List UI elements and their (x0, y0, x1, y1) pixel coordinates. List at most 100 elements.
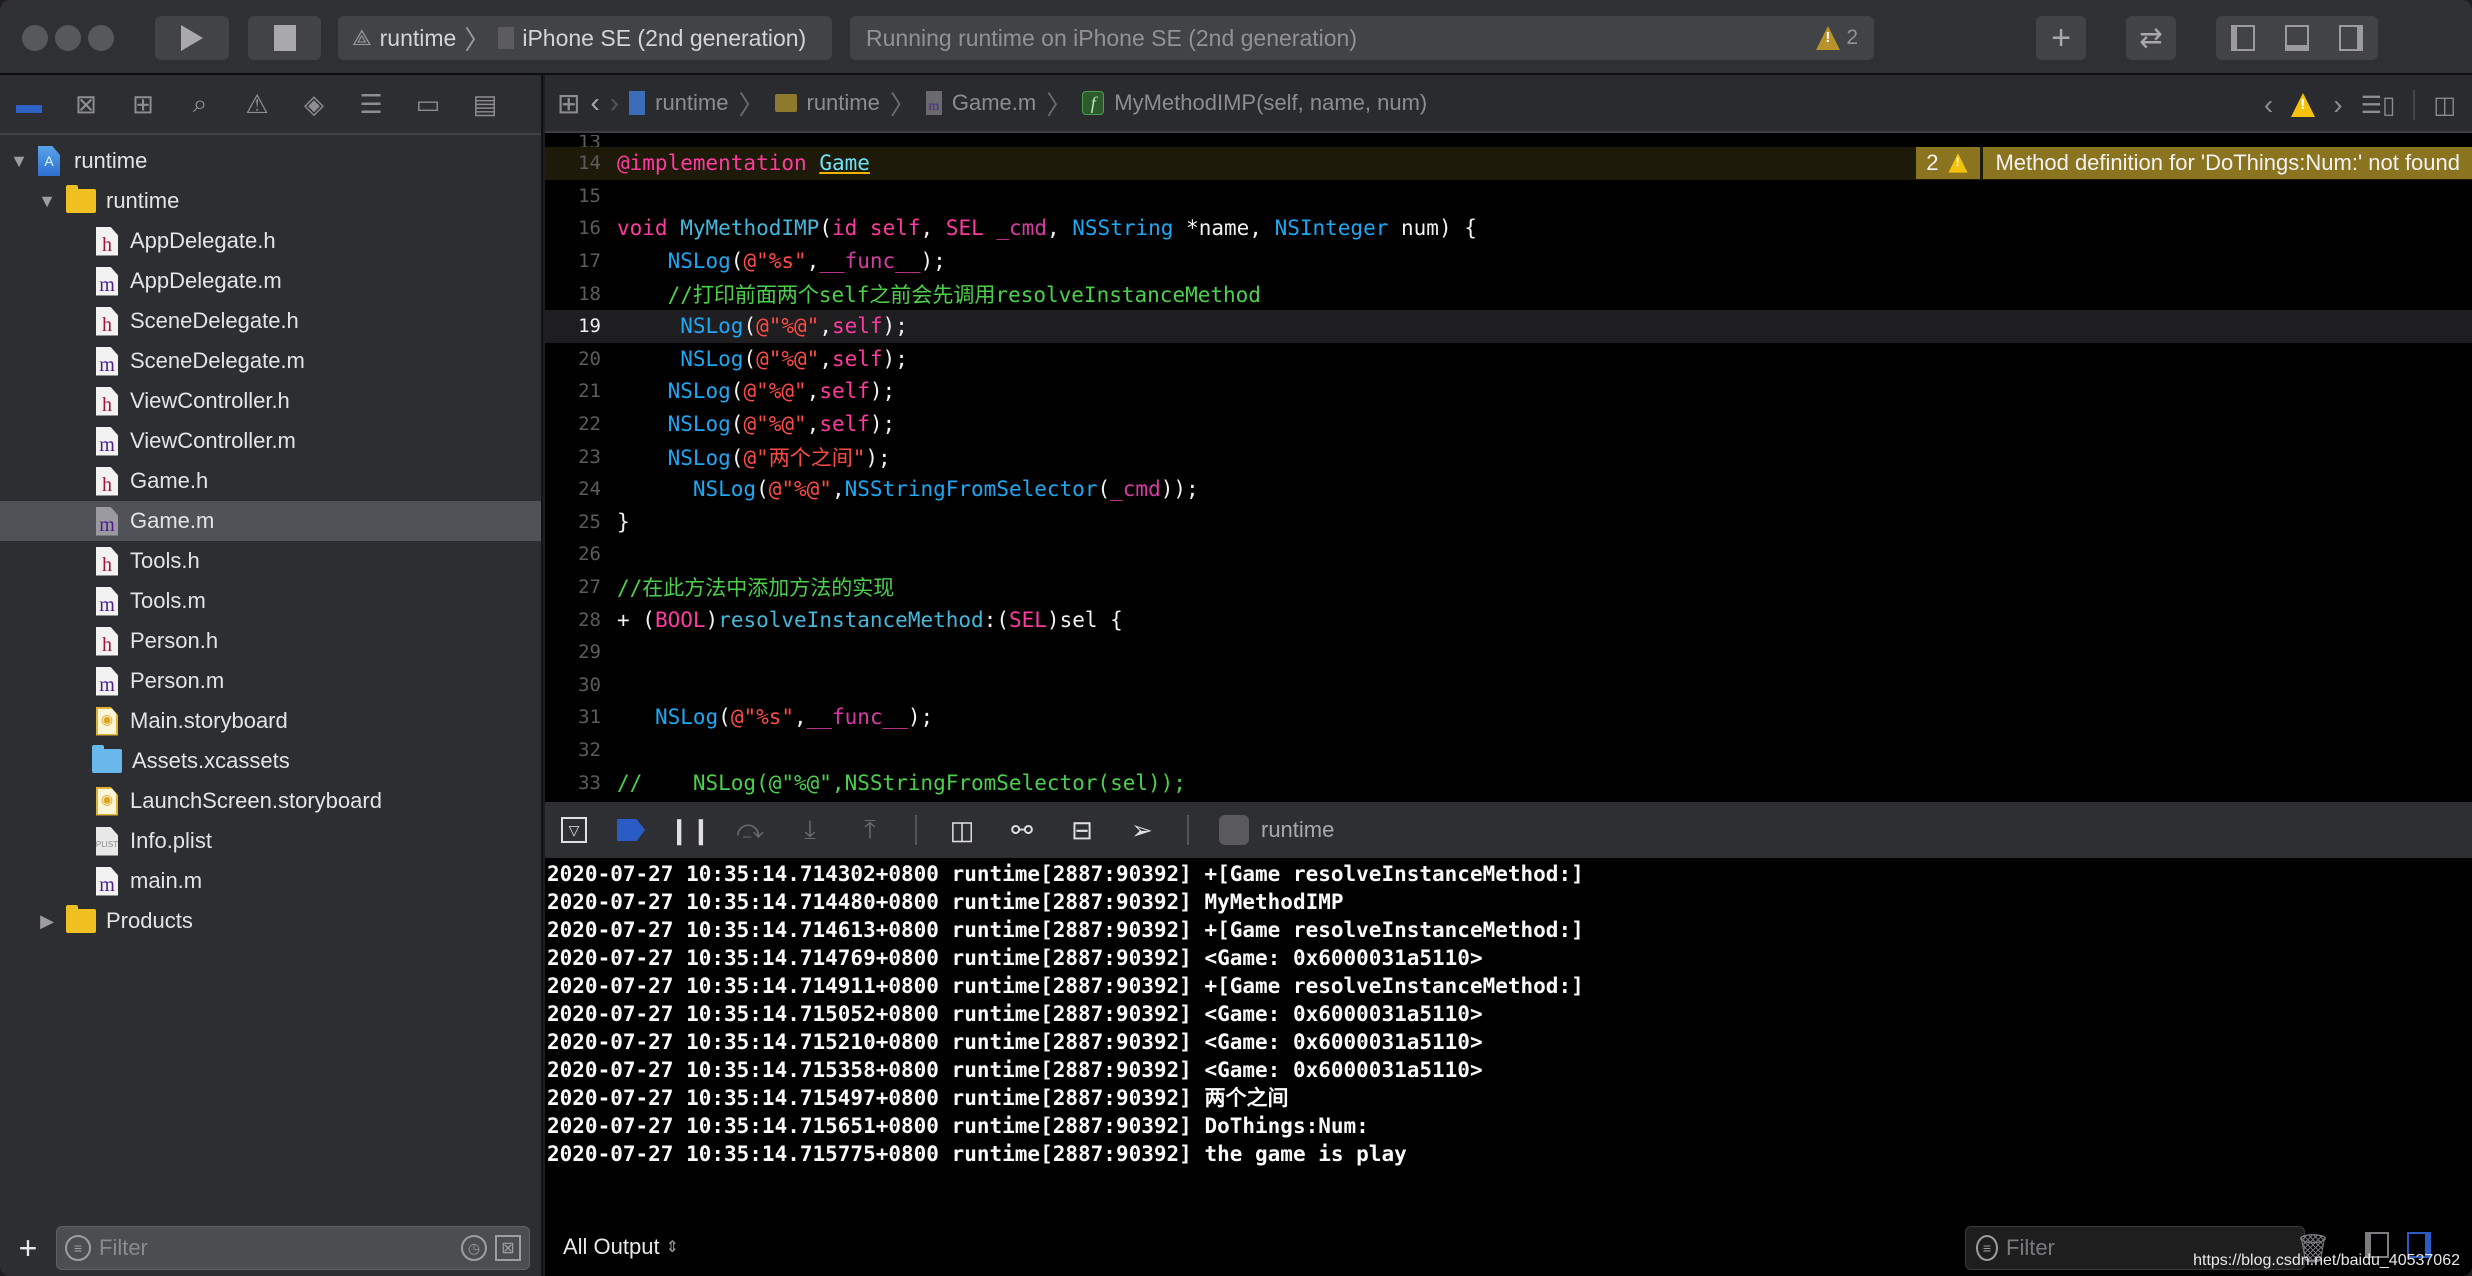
line-number[interactable]: 25 (545, 511, 617, 533)
tree-item[interactable]: m Tools.m (0, 581, 541, 621)
tree-item[interactable]: m Person.m (0, 661, 541, 701)
output-selector[interactable]: All Output ⇕ (563, 1234, 679, 1260)
crumb-file[interactable]: Game.m (952, 90, 1036, 116)
search-icon[interactable]: ⌕ (185, 88, 215, 119)
code-line[interactable]: 30 (545, 669, 2472, 702)
line-number[interactable]: 19 (545, 315, 617, 337)
toggle-debug-area-icon[interactable] (2285, 25, 2309, 51)
line-number[interactable]: 23 (545, 446, 617, 468)
tree-item[interactable]: m main.m (0, 861, 541, 901)
forward-chevron-icon[interactable]: › (610, 87, 619, 119)
warning-icon[interactable]: ⚠ (242, 89, 272, 119)
tree-item[interactable]: Assets.xcassets (0, 741, 541, 781)
line-number[interactable]: 26 (545, 543, 617, 565)
line-number[interactable]: 21 (545, 380, 617, 402)
line-number[interactable]: 27 (545, 576, 617, 598)
code-line[interactable]: 18 //打印前面两个self之前会先调用resolveInstanceMeth… (545, 277, 2472, 310)
step-over-icon[interactable]: ⤼ (735, 814, 765, 845)
tree-item[interactable]: h Game.h (0, 461, 541, 501)
tree-item[interactable]: ▼ Aruntime (0, 141, 541, 181)
report-bubble-icon[interactable]: ▤ (470, 89, 500, 119)
code-line[interactable]: 31 NSLog(@"%s",__func__); (545, 701, 2472, 734)
tree-item[interactable]: h Tools.h (0, 541, 541, 581)
source-control-filter-icon[interactable]: ⊠ (495, 1235, 521, 1261)
disclosure-expanded-icon[interactable]: ▼ (8, 151, 30, 172)
minimize-window-button[interactable] (55, 25, 81, 51)
zoom-window-button[interactable] (88, 25, 114, 51)
memory-graph-icon[interactable]: ⚯ (1007, 815, 1037, 845)
line-number[interactable]: 33 (545, 772, 617, 794)
close-window-button[interactable] (22, 25, 48, 51)
line-number[interactable]: 18 (545, 283, 617, 305)
code-line[interactable]: 20 NSLog(@"%@",self); (545, 343, 2472, 376)
test-diamond-icon[interactable]: ◈ (299, 89, 329, 119)
tree-item[interactable]: ▶ Products (0, 901, 541, 941)
tree-item[interactable]: ▼ runtime (0, 181, 541, 221)
line-number[interactable]: 14 (545, 152, 617, 174)
code-line[interactable]: 23 NSLog(@"两个之间"); (545, 440, 2472, 473)
view-hierarchy-icon[interactable]: ◫ (947, 815, 977, 845)
line-number[interactable]: 16 (545, 217, 617, 239)
clock-icon[interactable]: ◷ (461, 1235, 487, 1261)
tree-item[interactable]: ◉ Main.storyboard (0, 701, 541, 741)
step-into-icon[interactable]: ⤓ (795, 814, 825, 845)
code-line[interactable]: 22 NSLog(@"%@",self); (545, 408, 2472, 441)
code-line[interactable]: 29 (545, 636, 2472, 669)
tree-item[interactable]: h SceneDelegate.h (0, 301, 541, 341)
back-chevron-icon[interactable]: ‹ (590, 87, 599, 119)
code-line[interactable]: 26 (545, 538, 2472, 571)
code-line[interactable]: 21 NSLog(@"%@",self); (545, 375, 2472, 408)
crumb-project[interactable]: runtime (655, 90, 728, 116)
line-number[interactable]: 28 (545, 609, 617, 631)
console-output[interactable]: 2020-07-27 10:35:14.714302+0800 runtime[… (545, 858, 2472, 1218)
next-issue-icon[interactable]: › (2333, 89, 2342, 121)
scheme-selector[interactable]: ⟁ runtime 〉 iPhone SE (2nd generation) (338, 16, 832, 60)
line-number[interactable]: 30 (545, 674, 617, 696)
editor-options-icon[interactable]: ☰▯ (2361, 91, 2396, 120)
code-area[interactable]: 13 14@implementation Game 2 Method definit… (545, 135, 2472, 802)
code-line[interactable]: 33// NSLog(@"%@",NSStringFromSelector(se… (545, 766, 2472, 799)
code-line[interactable]: 24 NSLog(@"%@",NSStringFromSelector(_cmd… (545, 473, 2472, 506)
hierarchy-icon[interactable]: ⊞ (128, 89, 158, 119)
hide-debug-area-icon[interactable]: ▽ (561, 817, 587, 843)
code-line[interactable]: 32 (545, 734, 2472, 767)
pause-icon[interactable]: ❙❙ (668, 815, 712, 845)
line-number[interactable]: 22 (545, 413, 617, 435)
code-line[interactable]: 28 + (BOOL)resolveInstanceMethod:(SEL)sel… (545, 603, 2472, 636)
code-line[interactable]: 27//在此方法中添加方法的实现 (545, 571, 2472, 604)
tree-item[interactable]: h AppDelegate.h (0, 221, 541, 261)
tree-item[interactable]: m SceneDelegate.m (0, 341, 541, 381)
navigator-filter-input[interactable] (99, 1235, 453, 1261)
run-button[interactable] (155, 16, 229, 60)
breakpoints-toggle-icon[interactable] (617, 819, 645, 841)
source-control-icon[interactable]: ⊠ (71, 89, 101, 119)
add-file-button[interactable]: + (0, 1230, 56, 1267)
tree-item[interactable]: ◉ LaunchScreen.storyboard (0, 781, 541, 821)
add-editor-icon[interactable]: ◫ (2433, 91, 2456, 120)
folder-icon[interactable]: ▬ (14, 89, 44, 119)
disclosure-collapsed-icon[interactable]: ▶ (36, 911, 58, 932)
line-number[interactable]: 20 (545, 348, 617, 370)
line-number[interactable]: 15 (545, 185, 617, 207)
tree-item[interactable]: h Person.h (0, 621, 541, 661)
line-number[interactable]: 17 (545, 250, 617, 272)
toggle-navigator-icon[interactable] (2231, 25, 2255, 51)
tree-item[interactable]: m Game.m (0, 501, 541, 541)
simulate-location-icon[interactable]: ➢ (1127, 815, 1157, 845)
code-line[interactable]: 14@implementation Game 2 Method definition… (545, 147, 2472, 180)
environment-overrides-icon[interactable]: ⊟ (1067, 815, 1097, 845)
code-line[interactable]: 25} (545, 506, 2472, 539)
crumb-group[interactable]: runtime (807, 90, 880, 116)
stop-button[interactable] (248, 16, 321, 60)
warning-indicator[interactable]: 2 (1816, 26, 1858, 50)
crumb-symbol[interactable]: MyMethodIMP(self, name, num) (1114, 90, 1427, 116)
code-line[interactable]: 15 (545, 180, 2472, 213)
tree-item[interactable]: m ViewController.m (0, 421, 541, 461)
warning-icon[interactable] (2291, 93, 2316, 117)
line-number[interactable]: 31 (545, 706, 617, 728)
toggle-inspector-icon[interactable] (2339, 25, 2363, 51)
debug-target[interactable]: runtime (1261, 817, 1334, 843)
disclosure-expanded-icon[interactable]: ▼ (36, 191, 58, 212)
line-number[interactable]: 29 (545, 641, 617, 663)
line-number[interactable]: 24 (545, 478, 617, 500)
